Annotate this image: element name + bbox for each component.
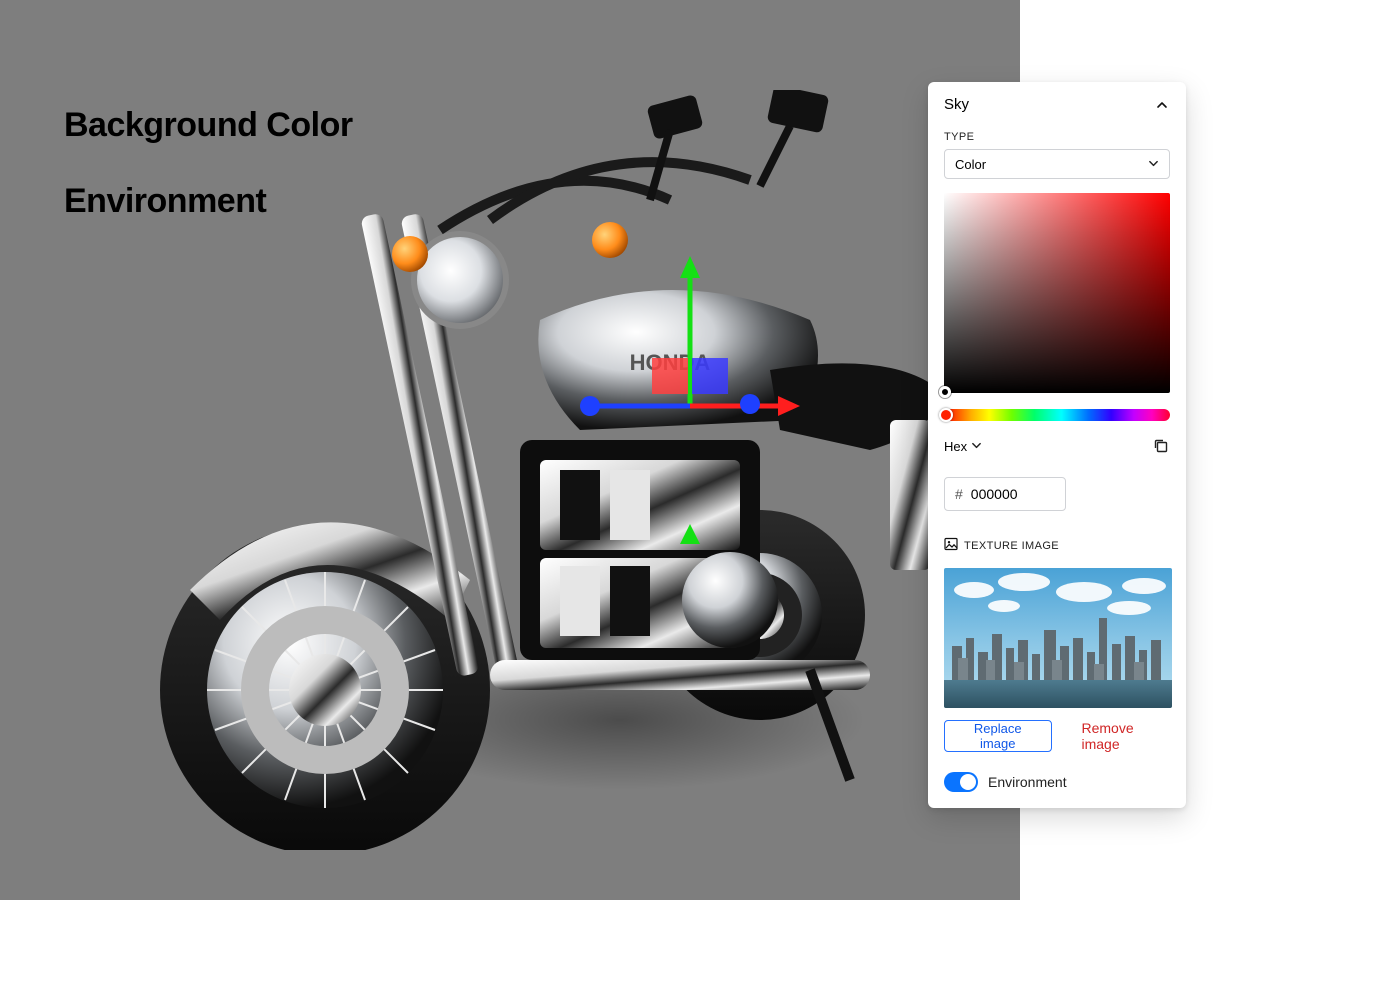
sky-panel-header[interactable]: Sky xyxy=(928,82,1186,123)
svg-text:HONDA: HONDA xyxy=(630,350,711,375)
environment-toggle[interactable] xyxy=(944,772,978,792)
sky-panel-title: Sky xyxy=(944,96,969,113)
chevron-down-icon xyxy=(1148,157,1159,172)
model-placeholder[interactable]: HONDA xyxy=(110,90,940,850)
hash-label: # xyxy=(955,486,963,502)
chevron-down-icon xyxy=(971,439,982,454)
color-hex-input-wrapper: # xyxy=(944,477,1066,511)
color-sv-panel[interactable] xyxy=(944,193,1170,393)
environment-toggle-label: Environment xyxy=(988,774,1067,790)
color-sv-cursor[interactable] xyxy=(939,386,951,398)
color-hex-input[interactable] xyxy=(971,486,1041,502)
image-icon xyxy=(944,537,958,554)
remove-image-link[interactable]: Remove image xyxy=(1082,720,1171,752)
type-label: TYPE xyxy=(928,123,1186,149)
color-format-select[interactable]: Hex xyxy=(944,439,982,454)
sky-panel: Sky TYPE Color Hex xyxy=(928,82,1186,808)
color-hue-slider[interactable] xyxy=(944,409,1170,421)
toggle-knob xyxy=(960,774,976,790)
replace-image-button[interactable]: Replace image xyxy=(944,720,1052,752)
type-select[interactable]: Color xyxy=(944,149,1170,179)
chevron-up-icon xyxy=(1154,97,1170,113)
type-select-value: Color xyxy=(955,157,986,172)
viewport-3d[interactable]: Background Color Environment xyxy=(0,0,1020,900)
texture-thumbnail[interactable] xyxy=(944,568,1172,708)
color-format-value: Hex xyxy=(944,439,967,454)
texture-label: TEXTURE IMAGE xyxy=(928,511,1186,560)
copy-icon[interactable] xyxy=(1152,437,1170,455)
color-hue-cursor[interactable] xyxy=(939,408,953,422)
